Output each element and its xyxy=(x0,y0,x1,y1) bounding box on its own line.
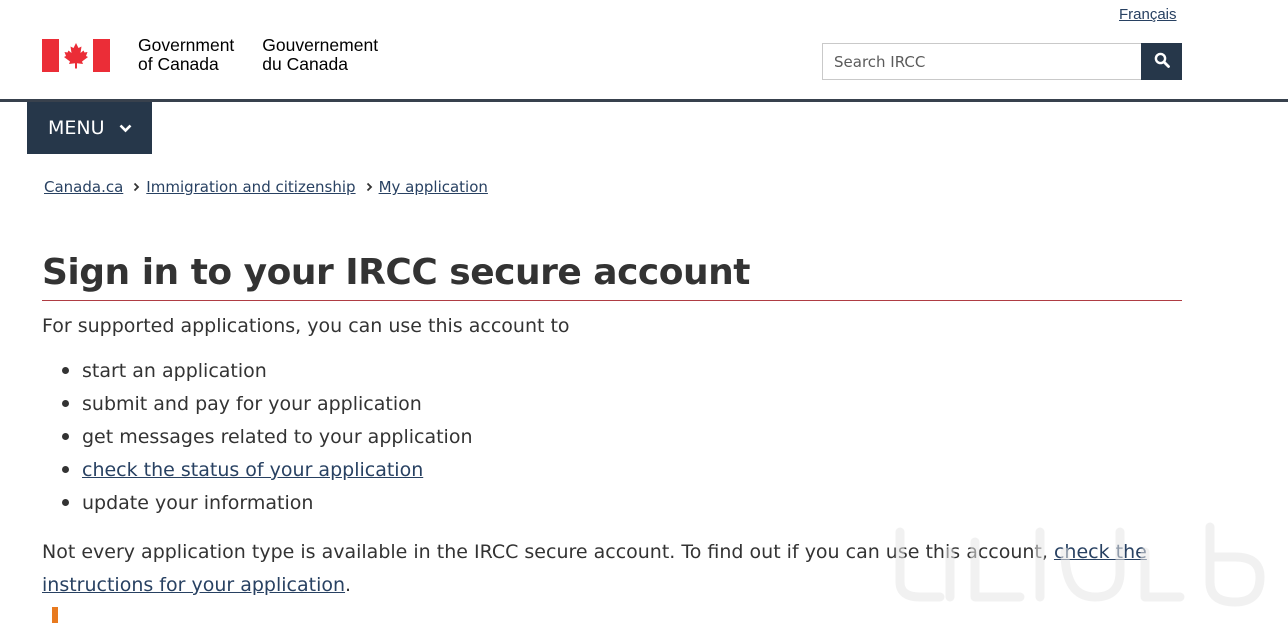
list-item: check the status of your application xyxy=(62,458,473,491)
title-underline xyxy=(42,300,1182,301)
search-button[interactable] xyxy=(1141,43,1182,80)
list-item: submit and pay for your application xyxy=(62,392,473,425)
wordmark-en-line1: Government xyxy=(138,35,235,55)
menu-label: MENU xyxy=(48,117,105,139)
list-item: start an application xyxy=(62,359,473,392)
chevron-right-icon xyxy=(366,182,373,192)
chevron-down-icon xyxy=(119,124,132,133)
wordmark-french: Gouvernement du Canada xyxy=(262,36,378,74)
wordmark: Government of Canada Gouvernement du Can… xyxy=(138,36,406,74)
menu-button[interactable]: MENU xyxy=(27,102,152,154)
language-toggle-link[interactable]: Français xyxy=(1119,6,1177,23)
canada-flag-icon xyxy=(42,38,110,72)
wordmark-fr-line1: Gouvernement xyxy=(262,35,379,55)
wordmark-fr-line2: du Canada xyxy=(262,54,348,74)
check-status-link[interactable]: check the status of your application xyxy=(82,459,423,481)
page-title: Sign in to your IRCC secure account xyxy=(42,252,750,293)
intro-text: For supported applications, you can use … xyxy=(42,315,570,337)
search-icon xyxy=(1154,52,1170,71)
breadcrumb-item-canada[interactable]: Canada.ca xyxy=(44,178,123,196)
header-divider xyxy=(0,99,1288,102)
feature-text: get messages related to your application xyxy=(82,426,473,448)
search-form xyxy=(822,43,1182,80)
orange-accent-bar xyxy=(52,607,58,623)
wordmark-en-line2: of Canada xyxy=(138,54,219,74)
government-of-canada-signature[interactable]: Government of Canada Gouvernement du Can… xyxy=(42,36,406,74)
breadcrumb-item-my-application[interactable]: My application xyxy=(379,178,488,196)
chevron-right-icon xyxy=(133,182,140,192)
breadcrumb: Canada.ca Immigration and citizenship My… xyxy=(44,178,488,196)
feature-text: start an application xyxy=(82,360,267,382)
feature-text: submit and pay for your application xyxy=(82,393,422,415)
breadcrumb-item-immigration[interactable]: Immigration and citizenship xyxy=(146,178,355,196)
feature-text: update your information xyxy=(82,492,314,514)
watermark-logo xyxy=(880,512,1270,612)
list-item: update your information xyxy=(62,491,473,524)
search-input[interactable] xyxy=(822,43,1141,80)
wordmark-english: Government of Canada xyxy=(138,36,234,74)
list-item: get messages related to your application xyxy=(62,425,473,458)
note-end: . xyxy=(345,574,352,596)
feature-list: start an application submit and pay for … xyxy=(62,359,473,524)
